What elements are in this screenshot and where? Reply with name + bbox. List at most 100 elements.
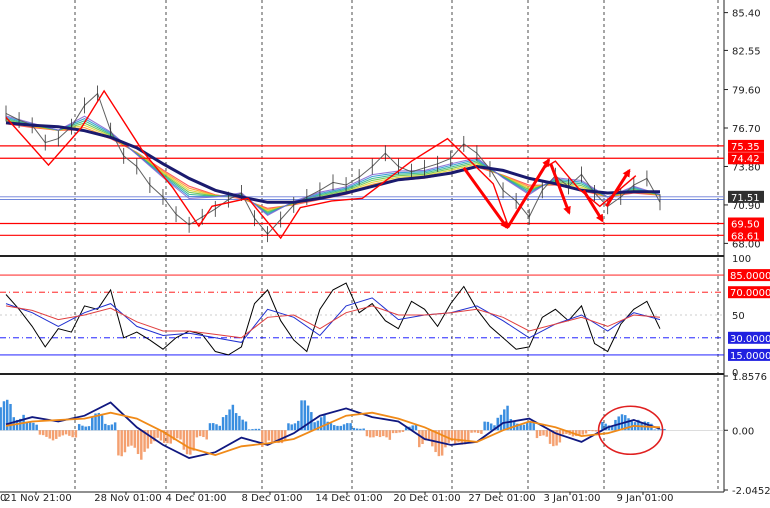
macd-histogram-bar: [140, 430, 143, 460]
macd-histogram-bar: [225, 414, 228, 431]
macd-histogram-bar: [391, 430, 395, 434]
macd-histogram-bar: [362, 428, 365, 431]
macd-histogram-bar: [401, 430, 405, 432]
macd-histogram-bar: [130, 430, 133, 446]
macd-histogram-bar: [293, 423, 297, 431]
macd-histogram-bar: [238, 415, 241, 431]
macd-histogram-bar: [388, 430, 392, 440]
macd-histogram-bar: [221, 417, 225, 431]
macd-histogram-bar: [333, 425, 336, 431]
macd-axis-label: 0.00: [732, 426, 754, 437]
macd-histogram-bar: [61, 430, 65, 436]
macd-histogram-bar: [41, 430, 45, 436]
x-axis-label: 21 Nov 21:00: [4, 493, 71, 504]
macd-histogram-bar: [460, 430, 463, 445]
macd-histogram-bar: [349, 423, 352, 431]
macd-histogram-bar: [231, 404, 235, 431]
macd-histogram-bar: [51, 430, 55, 441]
macd-histogram-bar: [300, 400, 303, 431]
macd-histogram-bar: [156, 430, 159, 438]
macd-histogram-bar: [581, 430, 584, 435]
macd-histogram-bar: [378, 430, 382, 438]
macd-histogram-bar: [136, 430, 140, 455]
macd-histogram-bar: [274, 430, 277, 441]
macd-histogram-bar: [74, 430, 78, 438]
macd-histogram-bar: [107, 425, 110, 431]
macd-histogram-bar: [9, 403, 12, 431]
macd-histogram-bar: [375, 430, 378, 437]
x-axis-label: 8 Dec 01:00: [242, 493, 303, 504]
price-level-badge-label: 75.35: [731, 142, 760, 153]
macd-histogram-bar: [473, 430, 477, 433]
x-axis-label: 3 Jan 01:00: [544, 493, 601, 504]
macd-histogram-bar: [254, 428, 257, 431]
price-axis-label: 82.55: [732, 46, 761, 57]
macd-histogram-bar: [525, 422, 529, 431]
macd-histogram-bar: [287, 423, 290, 431]
macd-histogram-bar: [382, 430, 385, 437]
macd-histogram-bar: [506, 405, 509, 431]
macd-histogram-bar: [35, 424, 38, 431]
macd-histogram-bar: [270, 430, 274, 443]
macd-histogram-bar: [87, 426, 91, 431]
macd-histogram-bar: [100, 415, 104, 431]
price-axis-label: 79.60: [732, 86, 761, 97]
macd-histogram-bar: [467, 430, 470, 442]
macd-axis-label: -2.0452: [732, 486, 770, 497]
price-level-badge-label: 71.51: [731, 193, 760, 204]
macd-histogram-bar: [499, 414, 503, 431]
macd-histogram-bar: [68, 430, 71, 436]
trading-chart: 85.4082.5579.6076.7073.8070.9068.0075.35…: [0, 0, 770, 508]
macd-histogram-bar: [0, 407, 2, 431]
macd-histogram-bar: [329, 423, 333, 431]
macd-histogram-bar: [542, 430, 545, 436]
macd-histogram-bar: [117, 430, 120, 456]
x-axis-label: 9 Jan 01:00: [617, 493, 674, 504]
macd-histogram-bar: [656, 429, 660, 431]
macd-histogram-bar: [215, 424, 218, 431]
macd-histogram-bar: [290, 424, 293, 431]
stochastic-level-badge-label: 30.0000: [730, 334, 770, 345]
macd-histogram-bar: [257, 428, 261, 431]
macd-histogram-bar: [306, 405, 310, 431]
macd-histogram-bar: [81, 425, 84, 431]
macd-histogram-bar: [594, 430, 598, 432]
macd-histogram-bar: [198, 430, 202, 437]
macd-histogram-bar: [77, 424, 81, 431]
macd-histogram-bar: [503, 409, 506, 431]
macd-histogram-bar: [368, 430, 372, 438]
macd-histogram-bar: [244, 421, 248, 431]
macd-histogram-bar: [342, 424, 346, 431]
macd-histogram-bar: [418, 430, 421, 448]
macd-histogram-bar: [212, 423, 215, 431]
macd-histogram-bar: [241, 419, 244, 431]
price-axis-label: 76.70: [732, 124, 761, 135]
macd-histogram-bar: [588, 430, 591, 431]
macd-histogram-bar: [195, 430, 199, 438]
macd-histogram-bar: [545, 430, 549, 437]
macd-histogram-bar: [470, 430, 473, 433]
macd-histogram-bar: [110, 424, 114, 431]
macd-histogram-bar: [476, 430, 480, 433]
stochastic-level-badge-label: 85.0000: [730, 271, 770, 282]
macd-axis-label: 1.8576: [732, 372, 767, 383]
macd-histogram-bar: [133, 430, 136, 448]
macd-histogram-bar: [251, 429, 254, 431]
macd-histogram-bar: [166, 430, 169, 444]
macd-histogram-bar: [104, 423, 107, 431]
macd-histogram-bar: [71, 430, 74, 438]
macd-histogram-bar: [453, 430, 457, 444]
macd-histogram-bar: [463, 430, 467, 445]
macd-histogram-bar: [179, 430, 182, 440]
macd-histogram-bar: [535, 430, 539, 439]
x-axis-label: 14 Dec 01:00: [315, 493, 382, 504]
macd-histogram-bar: [176, 430, 179, 439]
macd-histogram-bar: [126, 430, 130, 447]
macd-histogram-bar: [548, 430, 552, 444]
macd-histogram-bar: [32, 422, 35, 431]
macd-histogram-bar: [359, 428, 362, 431]
macd-histogram-bar: [372, 430, 375, 438]
macd-histogram-bar: [228, 409, 231, 431]
macd-histogram-bar: [84, 426, 87, 431]
macd-histogram-bar: [431, 430, 434, 447]
